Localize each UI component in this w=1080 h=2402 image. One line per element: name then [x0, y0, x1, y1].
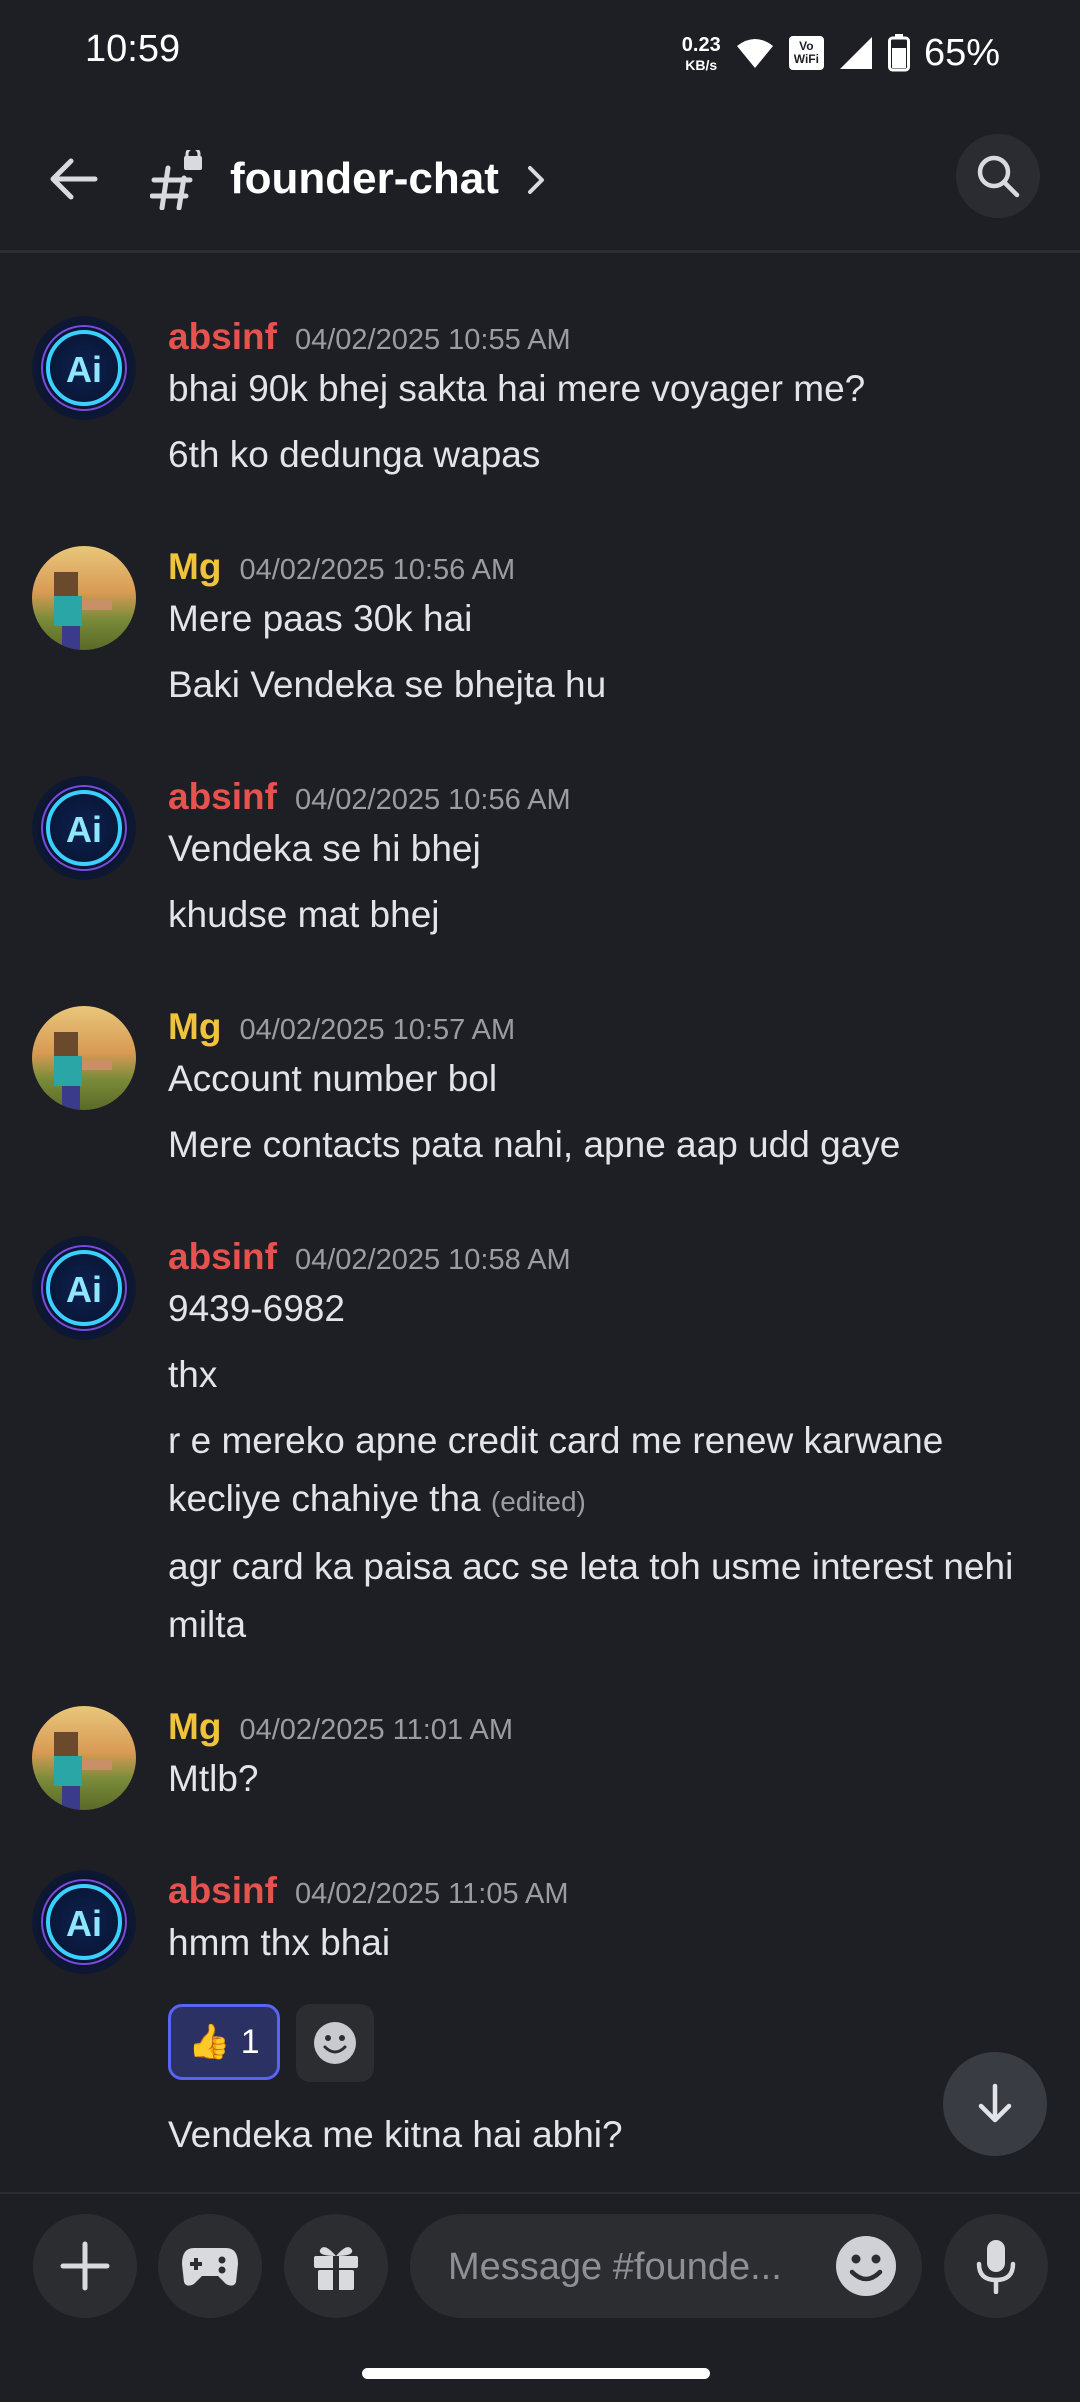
message-text-edited[interactable]: r e mereko apne credit card me renew kar… — [168, 1412, 1048, 1531]
message-text[interactable]: Baki Vendeka se bhejta hu — [168, 656, 1048, 714]
author-name[interactable]: Mg — [168, 1006, 221, 1047]
author-name[interactable]: absinf — [168, 316, 277, 357]
status-bar: 10:59 0.23 KB/s Vo WiFi 65% — [0, 0, 1080, 110]
vowifi-badge: Vo WiFi — [788, 36, 824, 70]
voice-message-button[interactable] — [944, 2214, 1048, 2318]
avatar[interactable]: Ai — [32, 316, 136, 420]
message-meta: absinf 04/02/2025 11:05 AM — [168, 1870, 569, 1912]
reaction-thumbs-up[interactable]: 👍 1 — [168, 2004, 280, 2080]
ai-logo-icon: Ai — [41, 1245, 127, 1331]
message-timestamp: 04/02/2025 11:01 AM — [239, 1714, 514, 1746]
network-speed-unit: KB/s — [685, 56, 718, 73]
message-text[interactable]: 6th ko dedunga wapas — [168, 426, 1048, 484]
channel-header: founder-chat — [0, 110, 1080, 253]
add-attachment-button[interactable] — [33, 2214, 137, 2318]
minecraft-character-icon — [54, 1032, 112, 1110]
activities-button[interactable] — [158, 2214, 262, 2318]
message-timestamp: 04/02/2025 11:05 AM — [294, 1878, 569, 1910]
reaction-bar: 👍 1 — [168, 2004, 374, 2082]
gift-button[interactable] — [284, 2214, 388, 2318]
svg-text:Ai: Ai — [66, 1903, 102, 1944]
message-meta: absinf 04/02/2025 10:58 AM — [168, 1236, 571, 1278]
arrow-down-icon — [978, 2083, 1012, 2123]
add-reaction-button[interactable] — [296, 2004, 374, 2082]
reaction-count: 1 — [240, 2022, 260, 2061]
ai-logo-icon: Ai — [41, 785, 127, 871]
gamepad-icon — [182, 2248, 238, 2286]
message-timestamp: 04/02/2025 10:56 AM — [239, 554, 516, 586]
message-text[interactable]: hmm thx bhai — [168, 1914, 1048, 1972]
battery-percent: 65% — [923, 31, 1000, 74]
ai-logo-icon: Ai — [41, 325, 127, 411]
svg-text:Ai: Ai — [66, 809, 102, 850]
message-list[interactable]: Ai absinf 04/02/2025 10:55 AM bhai 90k bh… — [0, 250, 1080, 2192]
back-button[interactable] — [40, 146, 106, 212]
avatar[interactable] — [32, 1706, 136, 1810]
emoji-icon[interactable] — [832, 2232, 900, 2300]
network-speed: 0.23 KB/s — [682, 35, 721, 72]
status-time: 10:59 — [85, 28, 181, 70]
message-text[interactable]: khudse mat bhej — [168, 886, 1048, 944]
battery-icon — [887, 34, 910, 72]
minecraft-character-icon — [54, 572, 112, 650]
message-text[interactable]: Mere paas 30k hai — [168, 590, 1048, 648]
message-text[interactable]: Mtlb? — [168, 1750, 1048, 1808]
jump-to-bottom-button[interactable] — [943, 2052, 1047, 2156]
avatar[interactable]: Ai — [32, 1236, 136, 1340]
message-timestamp: 04/02/2025 10:55 AM — [294, 324, 571, 356]
message-meta: absinf 04/02/2025 10:56 AM — [168, 776, 571, 818]
message-timestamp: 04/02/2025 10:57 AM — [239, 1014, 516, 1046]
signal-icon — [839, 37, 872, 69]
message-timestamp: 04/02/2025 10:58 AM — [294, 1244, 571, 1276]
message-text[interactable]: Vendeka me kitna hai abhi? — [168, 2106, 1048, 2164]
thumbs-up-icon: 👍 — [188, 2023, 231, 2061]
network-speed-value: 0.23 — [681, 33, 721, 56]
message-text[interactable]: bhai 90k bhej sakta hai mere voyager me? — [168, 360, 1048, 418]
gift-icon — [314, 2247, 358, 2290]
svg-text:Ai: Ai — [66, 1269, 102, 1310]
hashtag-lock-icon — [150, 150, 202, 210]
message-text[interactable]: 9439-6982 — [168, 1280, 1048, 1338]
emoji-icon — [314, 2022, 356, 2064]
back-arrow-icon — [50, 158, 98, 200]
author-name[interactable]: absinf — [168, 1870, 277, 1911]
chevron-right-icon[interactable] — [524, 162, 548, 198]
message-input-container[interactable] — [410, 2214, 922, 2320]
message-input[interactable] — [446, 2214, 830, 2320]
message-text[interactable]: Account number bol — [168, 1050, 1048, 1108]
author-name[interactable]: Mg — [168, 546, 221, 587]
message-text[interactable]: thx — [168, 1346, 1048, 1404]
wifi-icon — [736, 39, 773, 68]
author-name[interactable]: absinf — [168, 776, 277, 817]
ai-logo-icon: Ai — [41, 1879, 127, 1965]
avatar[interactable] — [32, 546, 136, 650]
message-timestamp: 04/02/2025 10:56 AM — [294, 784, 571, 816]
author-name[interactable]: absinf — [168, 1236, 277, 1277]
message-text[interactable]: agr card ka paisa acc se leta toh usme i… — [168, 1538, 1048, 1654]
edited-label: (edited) — [490, 1486, 586, 1517]
message-text[interactable]: Vendeka se hi bhej — [168, 820, 1048, 878]
channel-title[interactable]: founder-chat — [230, 154, 499, 204]
vowifi-bottom: WiFi — [793, 52, 819, 66]
message-meta: Mg 04/02/2025 10:57 AM — [168, 1006, 515, 1048]
message-text[interactable]: Mere contacts pata nahi, apne aap udd ga… — [168, 1116, 1048, 1174]
svg-text:Ai: Ai — [66, 349, 102, 390]
avatar[interactable] — [32, 1006, 136, 1110]
author-name[interactable]: Mg — [168, 1706, 221, 1747]
search-icon — [977, 155, 1020, 198]
minecraft-character-icon — [54, 1732, 112, 1810]
message-meta: Mg 04/02/2025 11:01 AM — [168, 1706, 513, 1748]
plus-icon — [60, 2241, 110, 2291]
avatar[interactable]: Ai — [32, 1870, 136, 1974]
microphone-icon — [976, 2240, 1016, 2294]
message-meta: absinf 04/02/2025 10:55 AM — [168, 316, 571, 358]
avatar[interactable]: Ai — [32, 776, 136, 880]
message-meta: Mg 04/02/2025 10:56 AM — [168, 546, 515, 588]
status-icons: 0.23 KB/s Vo WiFi 65% — [682, 26, 1000, 80]
gesture-home-bar[interactable] — [362, 2368, 710, 2379]
search-button[interactable] — [956, 134, 1040, 218]
